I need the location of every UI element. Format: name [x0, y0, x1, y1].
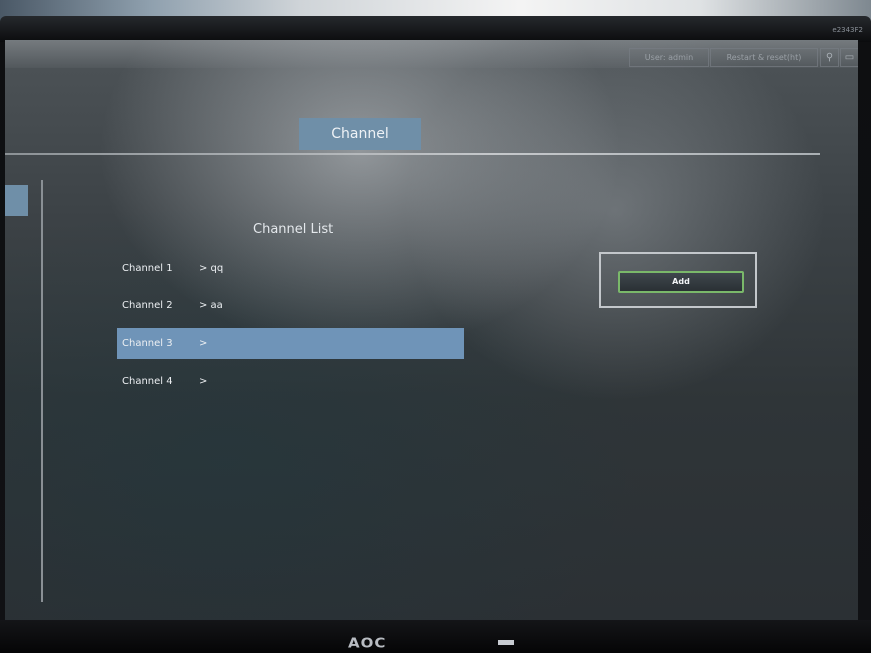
channel-name: Channel 2: [122, 300, 173, 311]
channel-value: > qq: [199, 263, 224, 274]
add-button[interactable]: Add: [618, 271, 744, 293]
channel-name: Channel 1: [122, 263, 173, 274]
channel-row-selected[interactable]: Channel 3 >: [117, 328, 464, 359]
window-icon[interactable]: ▭: [840, 48, 858, 67]
top-bar: User: admin Restart & reset(ht) ⚲ ▭: [5, 40, 858, 68]
channel-row[interactable]: Channel 1 > qq: [117, 253, 464, 284]
restart-button[interactable]: Restart & reset(ht): [710, 48, 818, 67]
channel-value: > aa: [199, 300, 223, 311]
user-button[interactable]: User: admin: [629, 48, 709, 67]
power-indicator: [498, 640, 514, 645]
screen: User: admin Restart & reset(ht) ⚲ ▭ Chan…: [5, 40, 858, 623]
tab-divider: [5, 153, 820, 155]
sidebar-item-selected[interactable]: [5, 185, 28, 216]
add-panel: Add: [599, 252, 757, 308]
channel-row[interactable]: Channel 2 > aa: [117, 290, 464, 321]
channel-list-title: Channel List: [253, 222, 334, 237]
photo-background: e2343F2 User: admin Restart & reset(ht) …: [0, 0, 871, 653]
channel-row[interactable]: Channel 4 >: [117, 366, 464, 397]
tab-channel[interactable]: Channel: [299, 118, 421, 150]
monitor-model-label: e2343F2: [832, 26, 863, 34]
monitor-bezel-top: [0, 16, 871, 42]
channel-name: Channel 4: [122, 376, 173, 387]
channel-name: Channel 3: [122, 338, 173, 349]
channel-value: >: [199, 376, 208, 387]
monitor-bezel-bottom: [0, 620, 871, 653]
help-icon[interactable]: ⚲: [820, 48, 839, 67]
monitor-brand-logo: AOC: [348, 634, 387, 652]
sidebar-divider: [41, 180, 43, 602]
channel-value: >: [199, 338, 208, 349]
